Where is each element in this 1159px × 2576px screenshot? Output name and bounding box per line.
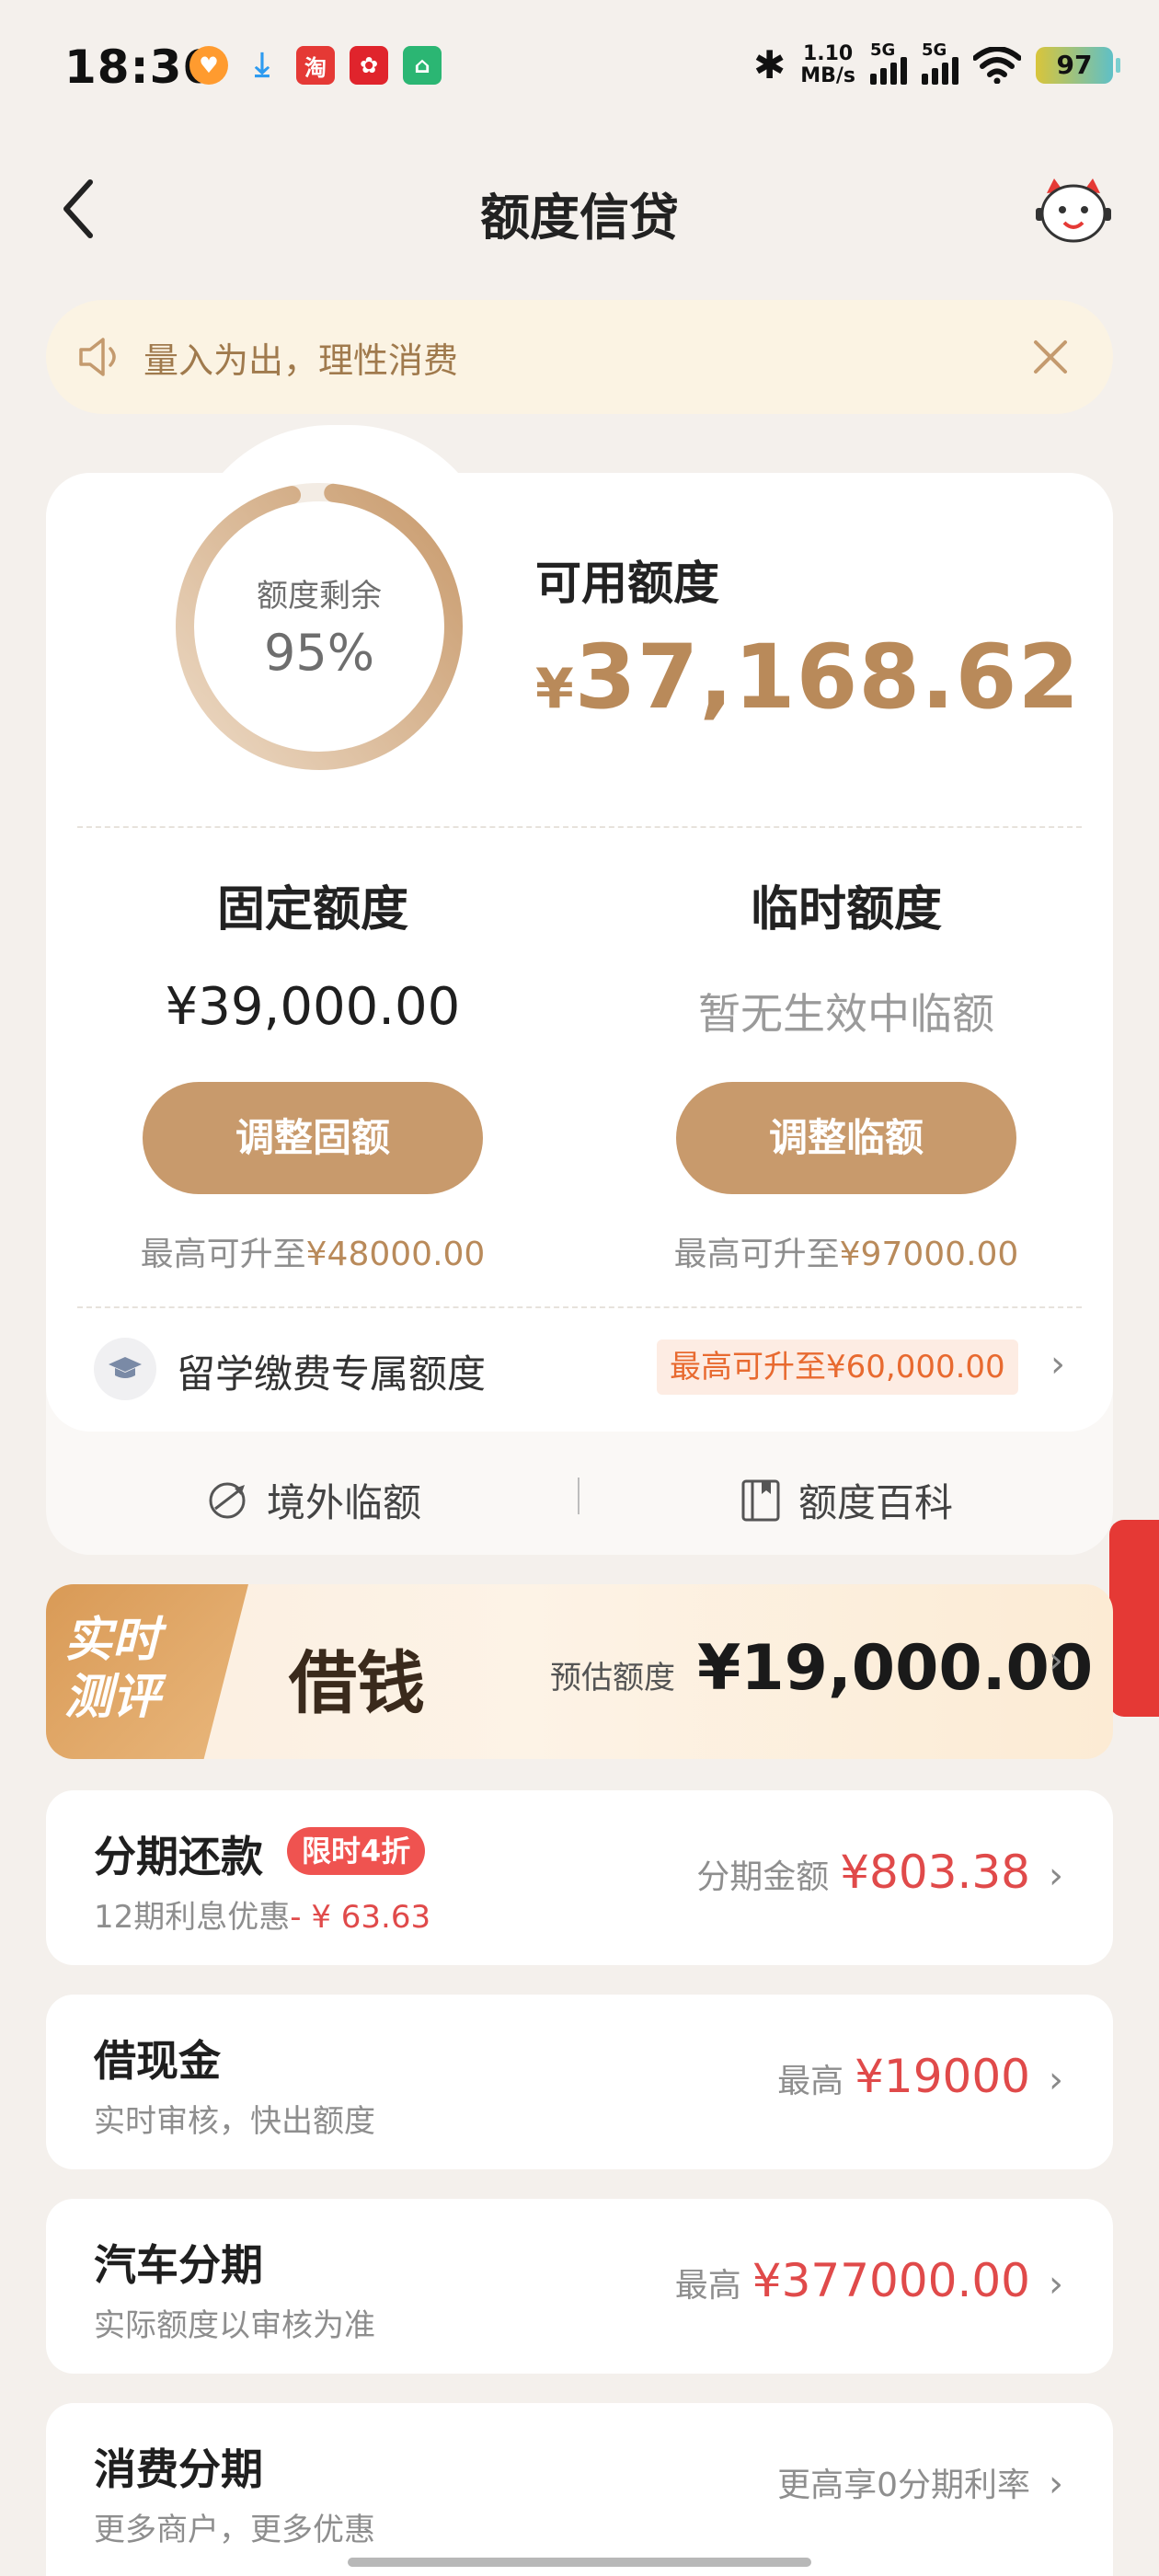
car-installment-card[interactable]: 汽车分期 实际额度以审核为准 最高 ¥377000.00 ›: [46, 2199, 1113, 2374]
right-amount: ¥377000.00: [752, 2254, 1030, 2307]
bluetooth-icon: ✱: [753, 42, 786, 87]
subtitle-text: 12期利息优惠: [94, 1899, 291, 1936]
available-credit-amount: ¥37,168.62: [535, 626, 1080, 729]
wifi-icon: [973, 46, 1021, 84]
list-item-title: 分期还款: [94, 1832, 263, 1881]
sim2-label: 5G: [922, 40, 947, 60]
temp-hint-value: ¥97000.00: [839, 1236, 1019, 1273]
chevron-right-icon: ›: [1049, 2463, 1063, 2505]
divider: [77, 826, 1082, 828]
signal-sim1-icon: 5G: [870, 40, 907, 85]
system-icons: ✱ 1.10 MB/s 5G 5G 97: [753, 40, 1120, 87]
list-item-subtitle: 实际额度以审核为准: [94, 2307, 375, 2344]
network-speed-value: 1.10: [802, 41, 854, 65]
fixed-hint-value: ¥48000.00: [305, 1236, 486, 1273]
signal-sim2-icon: 5G: [922, 40, 958, 85]
list-item-right: 最高 ¥19000 ›: [777, 2050, 1063, 2103]
cash-loan-card[interactable]: 借现金 实时审核，快出额度 最高 ¥19000 ›: [46, 1995, 1113, 2169]
temp-credit-hint: 最高可升至¥97000.00: [580, 1227, 1113, 1275]
borrow-title: 借钱: [289, 1644, 425, 1723]
chevron-right-icon: ›: [1049, 2263, 1063, 2306]
estimate-label: 预估额度: [550, 1660, 675, 1696]
fixed-credit-hint: 最高可升至¥48000.00: [46, 1227, 580, 1275]
mascot-avatar-icon[interactable]: [1034, 175, 1113, 245]
right-label: 最高: [777, 2063, 844, 2100]
fixed-credit-value: ¥39,000.00: [165, 977, 461, 1037]
download-icon: ⤓: [255, 46, 270, 84]
status-bar: 18:36 ♥ ⤓ 淘 ✿ ⌂ ✱ 1.10 MB/s 5G 5G 97: [0, 0, 1159, 138]
network-speed-unit: MB/s: [800, 63, 855, 87]
study-abroad-tag: 最高可升至¥60,000.00: [657, 1340, 1018, 1395]
available-credit-label: 可用额度: [535, 557, 719, 610]
chevron-right-icon: ›: [1049, 1639, 1063, 1682]
currency-symbol: ¥: [535, 657, 575, 721]
list-item-subtitle: 更多商户，更多优惠: [94, 2512, 375, 2548]
estimate-amount: ¥19,000.00: [697, 1632, 1094, 1705]
book-icon: [741, 1479, 780, 1521]
app-red-icon: ✿: [350, 46, 388, 85]
overseas-credit-link[interactable]: 境外临额: [204, 1472, 421, 1528]
network-speed: 1.10 MB/s: [800, 41, 855, 87]
consumer-installment-card[interactable]: 消费分期 更多商户，更多优惠 更高享0分期利率 ›: [46, 2403, 1113, 2576]
study-abroad-label: 留学缴费专属额度: [177, 1351, 487, 1397]
notice-bar: 量入为出，理性消费: [46, 300, 1113, 414]
credit-footer-links: 境外临额 额度百科: [46, 1432, 1113, 1555]
graduation-cap-icon: [94, 1338, 156, 1400]
list-item-right: 更高享0分期利率 ›: [777, 2458, 1063, 2506]
home-app-icon: ⌂: [403, 46, 442, 85]
available-amount-value: 37,168.62: [574, 626, 1081, 729]
right-label: 分期金额: [696, 1858, 830, 1896]
list-item-title: 消费分期: [94, 2444, 263, 2494]
study-abroad-credit-row[interactable]: 留学缴费专属额度 最高可升至¥60,000.00 ›: [46, 1305, 1113, 1433]
list-item-subtitle: 实时审核，快出额度: [94, 2103, 375, 2140]
credit-wiki-link[interactable]: 额度百科: [740, 1472, 953, 1528]
page-title: 额度信贷: [480, 189, 679, 247]
floating-promo-tab[interactable]: [1109, 1520, 1159, 1717]
list-item-title: 借现金: [94, 2036, 221, 2086]
notice-text: 量入为出，理性消费: [143, 339, 459, 381]
list-item-subtitle: 12期利息优惠- ¥ 63.63: [94, 1892, 430, 1937]
realtime-evaluation-text: 实时 测评: [64, 1612, 230, 1726]
sim1-label: 5G: [870, 40, 896, 60]
chevron-right-icon: ›: [1049, 1855, 1063, 1897]
right-label: 最高: [674, 2267, 741, 2305]
installment-repay-card[interactable]: 分期还款 限时4折 12期利息优惠- ¥ 63.63 分期金额 ¥803.38 …: [46, 1790, 1113, 1965]
globe-plane-icon: [209, 1482, 246, 1518]
right-label: 更高享0分期利率: [777, 2467, 1030, 2504]
battery-indicator: 97: [1036, 46, 1120, 84]
chevron-right-icon: ›: [1050, 1343, 1065, 1386]
adjust-temp-button[interactable]: 调整临额: [676, 1082, 1016, 1194]
link-separator: [578, 1478, 580, 1514]
list-item-right: 最高 ¥377000.00 ›: [675, 2254, 1063, 2307]
adjust-fixed-button[interactable]: 调整固额: [143, 1082, 483, 1194]
fixed-hint-prefix: 最高可升至: [140, 1236, 306, 1273]
ring-percent: 95%: [263, 624, 375, 682]
list-item-title: 汽车分期: [94, 2240, 263, 2290]
badge-line-2: 测评: [64, 1670, 161, 1725]
temp-credit-value: 暂无生效中临额: [698, 989, 994, 1039]
close-icon[interactable]: [1025, 331, 1076, 383]
discount-amount: - ¥ 63.63: [290, 1899, 431, 1936]
borrow-money-banner[interactable]: 实时 测评 借钱 预估额度 ¥19,000.00 ›: [46, 1584, 1113, 1759]
taobao-icon: 淘: [296, 46, 335, 85]
badge-line-1: 实时: [64, 1613, 161, 1668]
credit-wiki-label: 额度百科: [798, 1480, 954, 1525]
fixed-credit-title: 固定额度: [216, 882, 408, 937]
right-amount: ¥19000: [855, 2050, 1030, 2103]
list-item-right: 分期金额 ¥803.38 ›: [696, 1846, 1063, 1899]
chevron-right-icon: ›: [1049, 2059, 1063, 2101]
notification-icons: ♥ ⤓ 淘 ✿ ⌂: [189, 46, 442, 85]
right-amount: ¥803.38: [840, 1846, 1030, 1899]
promo-tag: 限时4折: [287, 1827, 426, 1875]
home-indicator[interactable]: [348, 2558, 811, 2567]
overseas-credit-label: 境外临额: [267, 1480, 422, 1525]
ring-label: 额度剩余: [257, 578, 382, 615]
temp-credit-title: 临时额度: [750, 882, 942, 937]
temp-hint-prefix: 最高可升至: [673, 1236, 840, 1273]
speaker-icon: [79, 338, 116, 376]
app-heart-icon: ♥: [189, 46, 228, 85]
